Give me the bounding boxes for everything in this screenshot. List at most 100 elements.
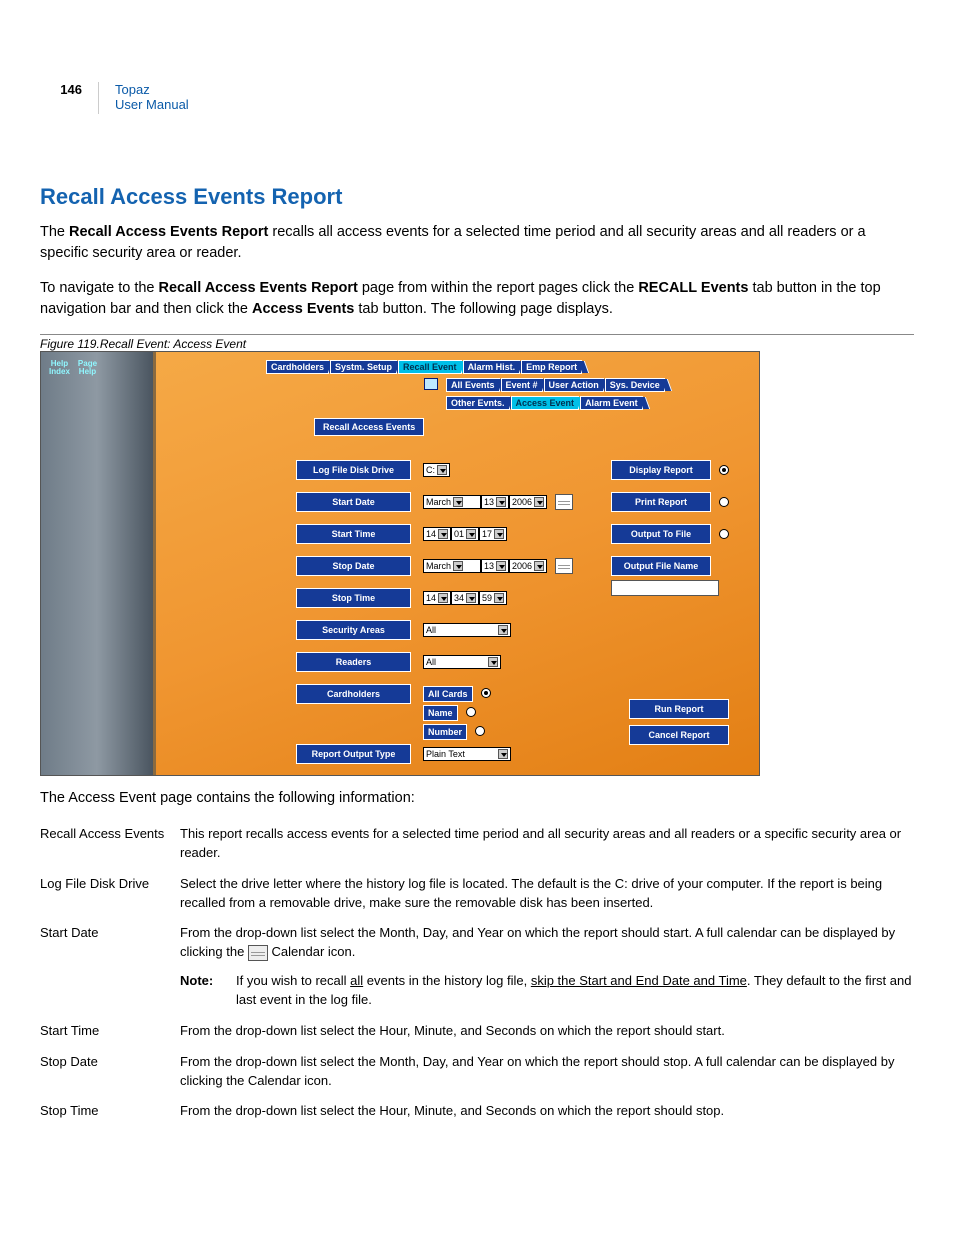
label-stop-time: Stop Time xyxy=(296,588,411,608)
select-stop-hour[interactable]: 14 xyxy=(423,591,451,605)
help-index-link[interactable]: HelpIndex xyxy=(49,360,70,377)
label-start-date: Start Date xyxy=(296,492,411,512)
def-logdrive: Log File Disk Drive Select the drive let… xyxy=(40,875,914,913)
page-help-link[interactable]: PageHelp xyxy=(78,360,97,377)
select-stop-min[interactable]: 34 xyxy=(451,591,479,605)
label-start-time: Start Time xyxy=(296,524,411,544)
opt-number: Number xyxy=(423,724,467,740)
defn: From the drop-down list select the Month… xyxy=(180,924,914,1009)
select-start-min[interactable]: 01 xyxy=(451,527,479,541)
panel-title: Recall Access Events xyxy=(314,418,424,436)
section-heading: Recall Access Events Report xyxy=(40,184,914,210)
def-recall: Recall Access Events This report recalls… xyxy=(40,825,914,863)
row-sec-areas: Security Areas All xyxy=(296,620,511,640)
row-stop-time: Stop Time 14 34 59 xyxy=(296,588,507,608)
cancel-report-button[interactable]: Cancel Report xyxy=(629,725,729,745)
select-stop-sec[interactable]: 59 xyxy=(479,591,507,605)
row-output-type: Report Output Type Plain Text xyxy=(296,744,511,764)
label-stop-date: Stop Date xyxy=(296,556,411,576)
select-start-month[interactable]: March xyxy=(423,495,481,509)
tab-cardholders[interactable]: Cardholders xyxy=(266,360,329,374)
row-start-time: Start Time 14 01 17 xyxy=(296,524,507,544)
display-report-button[interactable]: Display Report xyxy=(611,460,711,480)
row-start-date: Start Date March 13 2006 xyxy=(296,492,573,512)
print-report-button[interactable]: Print Report xyxy=(611,492,711,512)
select-start-year[interactable]: 2006 xyxy=(509,495,547,509)
output-file-name-input[interactable] xyxy=(611,580,719,596)
definitions: Recall Access Events This report recalls… xyxy=(40,825,914,1121)
term: Start Date xyxy=(40,924,180,1009)
def-stoptime: Stop Time From the drop-down list select… xyxy=(40,1102,914,1121)
defn: From the drop-down list select the Hour,… xyxy=(180,1102,914,1121)
screenshot: HelpIndex PageHelp Cardholders Systm. Se… xyxy=(40,351,760,776)
radio-number[interactable] xyxy=(475,726,485,736)
tab-other-events[interactable]: Other Evnts. xyxy=(446,396,510,410)
tab-emp-report[interactable]: Emp Report xyxy=(521,360,582,374)
tab-sys-device[interactable]: Sys. Device xyxy=(605,378,665,392)
output-to-file-button[interactable]: Output To File xyxy=(611,524,711,544)
defn: This report recalls access events for a … xyxy=(180,825,914,863)
defn: From the drop-down list select the Hour,… xyxy=(180,1022,914,1041)
tab-event-num[interactable]: Event # xyxy=(501,378,543,392)
note-label: Note: xyxy=(180,972,236,1010)
page-number: 146 xyxy=(40,82,82,114)
calendar-icon[interactable] xyxy=(555,558,573,574)
tab-alarm-hist[interactable]: Alarm Hist. xyxy=(463,360,521,374)
calendar-icon xyxy=(248,945,268,961)
run-report-button[interactable]: Run Report xyxy=(629,699,729,719)
row-readers: Readers All xyxy=(296,652,501,672)
output-file-name-label: Output File Name xyxy=(611,556,711,576)
screenshot-main: Cardholders Systm. Setup Recall Event Al… xyxy=(156,352,759,775)
row-stop-date: Stop Date March 13 2006 xyxy=(296,556,573,576)
doc-title: Topaz User Manual xyxy=(115,82,189,114)
right-buttons: Display Report Print Report Output To Fi… xyxy=(611,460,729,596)
intro-para-2: To navigate to the Recall Access Events … xyxy=(40,278,914,320)
defn: Select the drive letter where the histor… xyxy=(180,875,914,913)
radio-display[interactable] xyxy=(719,465,729,475)
after-shot-para: The Access Event page contains the follo… xyxy=(40,788,914,809)
tab-user-action[interactable]: User Action xyxy=(544,378,604,392)
nav-tabs-3: Other Evnts. Access Event Alarm Event xyxy=(446,396,643,410)
select-sec-areas[interactable]: All xyxy=(423,623,511,637)
select-start-day[interactable]: 13 xyxy=(481,495,509,509)
label-readers: Readers xyxy=(296,652,411,672)
screenshot-sidebar: HelpIndex PageHelp xyxy=(41,352,156,775)
label-log-drive: Log File Disk Drive xyxy=(296,460,411,480)
tab-alarm-event[interactable]: Alarm Event xyxy=(580,396,643,410)
term: Start Time xyxy=(40,1022,180,1041)
radio-print[interactable] xyxy=(719,497,729,507)
select-output-type[interactable]: Plain Text xyxy=(423,747,511,761)
def-starttime: Start Time From the drop-down list selec… xyxy=(40,1022,914,1041)
defn: From the drop-down list select the Month… xyxy=(180,1053,914,1091)
select-readers[interactable]: All xyxy=(423,655,501,669)
select-start-hour[interactable]: 14 xyxy=(423,527,451,541)
def-startdate: Start Date From the drop-down list selec… xyxy=(40,924,914,1009)
label-cardholders: Cardholders xyxy=(296,684,411,704)
nav-tabs-2: All Events Event # User Action Sys. Devi… xyxy=(446,378,665,392)
tab-access-event[interactable]: Access Event xyxy=(511,396,580,410)
row-log-drive: Log File Disk Drive C: xyxy=(296,460,450,480)
note: Note: If you wish to recall all events i… xyxy=(180,972,914,1010)
term: Log File Disk Drive xyxy=(40,875,180,913)
radio-all-cards[interactable] xyxy=(481,688,491,698)
subtab-arrow-icon xyxy=(424,378,438,390)
intro-para-1: The Recall Access Events Report recalls … xyxy=(40,222,914,264)
doc-title-1: Topaz xyxy=(115,82,150,97)
select-stop-year[interactable]: 2006 xyxy=(509,559,547,573)
calendar-icon[interactable] xyxy=(555,494,573,510)
select-stop-month[interactable]: March xyxy=(423,559,481,573)
label-sec-areas: Security Areas xyxy=(296,620,411,640)
divider xyxy=(98,82,99,114)
page-header: 146 Topaz User Manual xyxy=(40,82,914,114)
select-log-drive[interactable]: C: xyxy=(423,463,450,477)
figure-caption: Figure 119.Recall Event: Access Event xyxy=(40,334,914,351)
tab-system-setup[interactable]: Systm. Setup xyxy=(330,360,397,374)
tab-recall-event[interactable]: Recall Event xyxy=(398,360,462,374)
radio-output[interactable] xyxy=(719,529,729,539)
select-stop-day[interactable]: 13 xyxy=(481,559,509,573)
term: Recall Access Events xyxy=(40,825,180,863)
select-start-sec[interactable]: 17 xyxy=(479,527,507,541)
bottom-buttons: Run Report Cancel Report xyxy=(629,693,729,745)
tab-all-events[interactable]: All Events xyxy=(446,378,500,392)
radio-name[interactable] xyxy=(466,707,476,717)
